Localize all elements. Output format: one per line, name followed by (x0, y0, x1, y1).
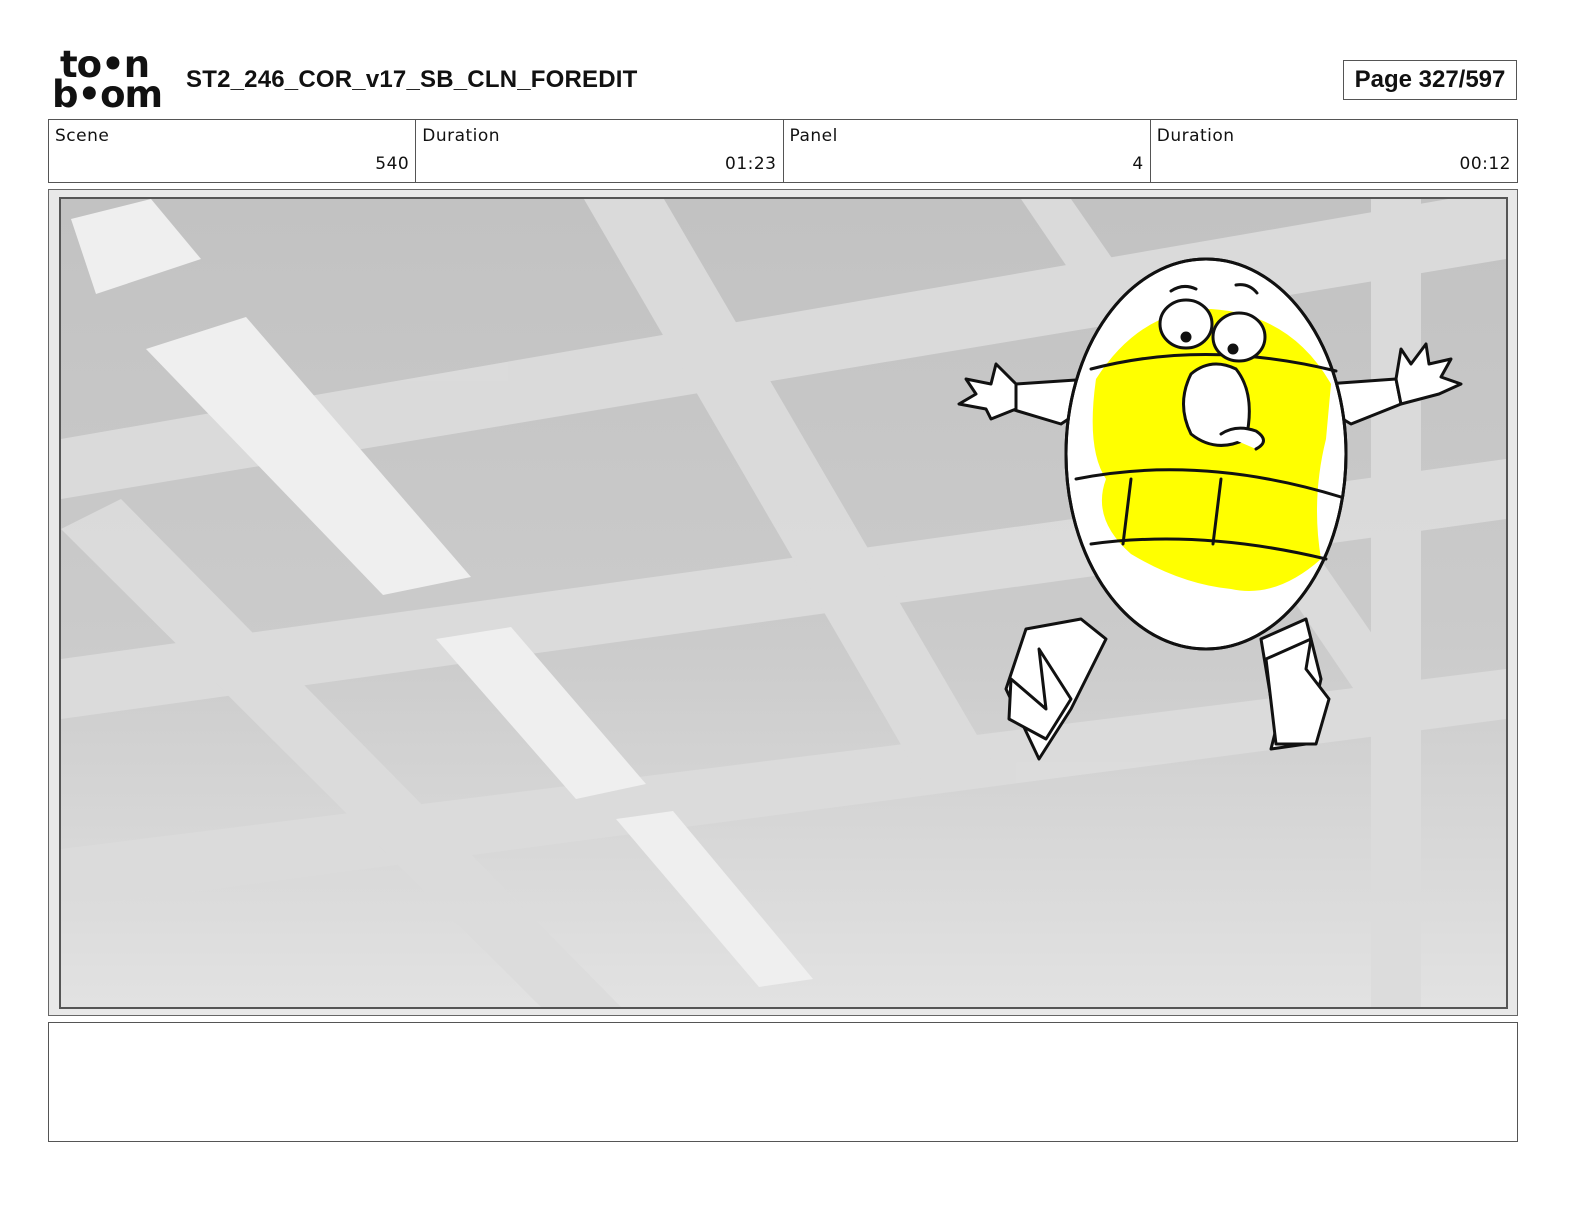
scene-info-row: Scene 540 Duration 01:23 Panel 4 Duratio… (48, 119, 1518, 183)
document-title: ST2_246_COR_v17_SB_CLN_FOREDIT (186, 66, 638, 93)
panel-duration-label: Duration (1156, 126, 1235, 146)
character-pupil-right (1227, 343, 1239, 355)
logo-text-line2: b•om (52, 73, 163, 116)
panel-value: 4 (1132, 154, 1144, 174)
panel-duration-value: 00:12 (1459, 154, 1511, 174)
character-yellow-fill (1092, 309, 1331, 591)
panel-duration-cell: Duration 00:12 (1151, 120, 1517, 182)
panel-cell: Panel 4 (784, 120, 1151, 182)
character-eye-right (1211, 311, 1267, 363)
scene-label: Scene (55, 126, 110, 146)
scene-value: 540 (375, 154, 410, 174)
scene-duration-label: Duration (422, 126, 501, 146)
scene-duration-cell: Duration 01:23 (416, 120, 784, 182)
storyboard-panel (48, 189, 1518, 1016)
panel-label: Panel (789, 126, 838, 146)
panel-drawing-area (59, 197, 1508, 1009)
scene-duration-value: 01:23 (725, 154, 777, 174)
character-pupil-left (1180, 331, 1192, 343)
toon-boom-logo: to•n b•om (52, 46, 164, 116)
scene-cell: Scene 540 (49, 120, 417, 182)
panel-drawing (61, 199, 1506, 1007)
panel-notes (48, 1022, 1518, 1142)
page-indicator: Page 327/597 (1343, 60, 1517, 100)
